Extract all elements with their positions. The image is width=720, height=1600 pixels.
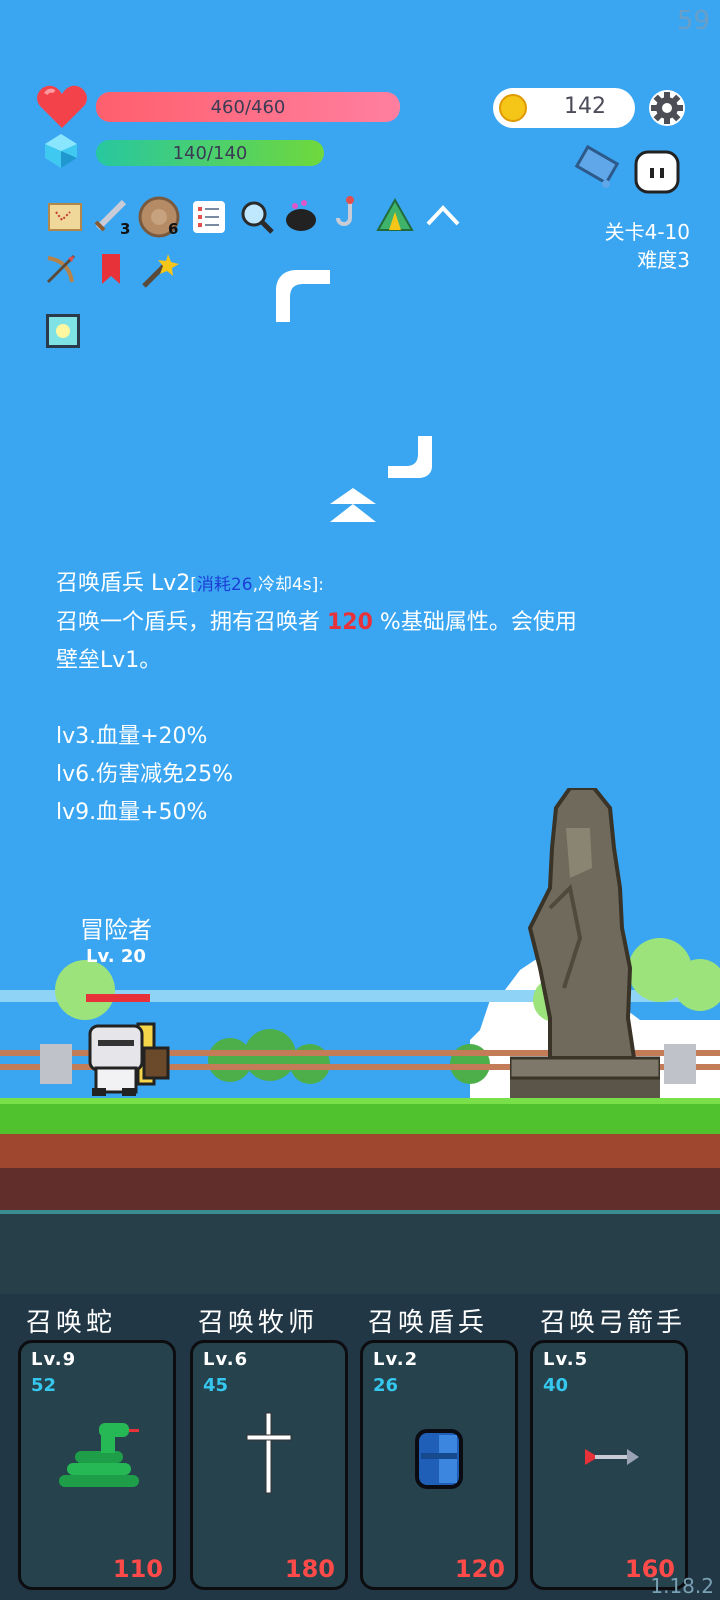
dirt-layer <box>0 1134 720 1168</box>
bracket-close: ]: <box>311 575 325 595</box>
perk-line: lv3.血量+20% <box>56 724 208 749</box>
card-cost: 40 <box>543 1375 569 1396</box>
potion-icon[interactable] <box>574 144 626 192</box>
arrow-icon <box>585 1449 639 1465</box>
focus-bracket-bottom-right <box>388 436 432 478</box>
player-hp-bar <box>86 994 150 1002</box>
skill-cooldown: ,冷却4s <box>252 575 312 595</box>
double-arrow-up-icon <box>330 488 376 522</box>
crossbow-icon[interactable] <box>42 250 80 288</box>
heart-icon <box>37 85 87 128</box>
player-level: Lv. 20 <box>86 946 146 967</box>
card-title-archer: 召唤弓箭手 <box>540 1308 686 1338</box>
skill-cost: 消耗26 <box>196 575 253 595</box>
mp-bar: 140/140 <box>96 140 324 166</box>
hook-icon[interactable] <box>330 194 368 232</box>
cross-icon <box>246 1412 292 1494</box>
skill-name: 召唤盾兵 Lv2 <box>56 571 191 596</box>
player-name: 冒险者 <box>80 916 152 944</box>
effect-text: 召唤一个盾兵，拥有召唤者 <box>56 610 327 635</box>
shield-badge: 6 <box>168 220 179 238</box>
difficulty-label: 难度3 <box>637 248 690 272</box>
card-level: Lv.2 <box>373 1349 419 1370</box>
skill-title-line: 召唤盾兵 Lv2[消耗26,冷却4s]: <box>56 565 676 604</box>
magnifier-icon[interactable] <box>238 198 276 236</box>
list-icon[interactable] <box>190 198 228 236</box>
coin-value: 142 <box>564 94 606 119</box>
skill-effect-line-2: 壁垒Lv1。 <box>56 648 162 673</box>
magic-wand-icon[interactable] <box>138 250 180 292</box>
card-price: 120 <box>454 1555 505 1583</box>
cauldron-icon[interactable] <box>282 196 320 234</box>
tent-icon[interactable] <box>376 196 414 234</box>
skill-effect-line: 召唤一个盾兵，拥有召唤者 120 %基础属性。会使用 <box>56 604 676 642</box>
map-icon[interactable] <box>46 198 84 236</box>
bookmark-icon[interactable] <box>92 250 130 288</box>
snake-icon <box>59 1423 139 1487</box>
card-title-priest: 召唤牧师 <box>198 1308 319 1338</box>
card-title-snake: 召唤蛇 <box>26 1308 117 1338</box>
hp-bar: 460/460 <box>96 92 400 122</box>
sword-badge: 3 <box>120 220 131 238</box>
grass-ground <box>0 1098 720 1134</box>
card-cost: 52 <box>31 1375 57 1396</box>
focus-bracket-top-left <box>276 270 330 322</box>
ghost-icon[interactable] <box>632 146 682 196</box>
dirt-layer-dark <box>0 1168 720 1210</box>
collapse-icon[interactable] <box>424 198 462 236</box>
card-cost: 45 <box>203 1375 229 1396</box>
fps-counter: 59 <box>676 6 710 36</box>
water-strip <box>0 1210 720 1298</box>
card-level: Lv.6 <box>203 1349 249 1370</box>
gear-icon[interactable] <box>647 88 687 128</box>
card-price: 110 <box>112 1555 163 1583</box>
statue <box>510 788 660 1100</box>
card-level: Lv.5 <box>543 1349 589 1370</box>
summon-archer-card[interactable]: Lv.5 40 160 <box>530 1340 688 1590</box>
card-cost: 26 <box>373 1375 399 1396</box>
effect-text-2: %基础属性。会使用 <box>372 610 577 635</box>
coin-icon <box>499 94 527 122</box>
summon-shield-card[interactable]: Lv.2 26 120 <box>360 1340 518 1590</box>
coin-counter: 142 <box>493 88 635 128</box>
lamp-icon[interactable] <box>44 312 82 350</box>
hp-text: 460/460 <box>210 96 286 118</box>
card-level: Lv.9 <box>31 1349 77 1370</box>
stage-label: 关卡4-10 <box>604 220 690 244</box>
card-price: 180 <box>284 1555 335 1583</box>
crystal-icon <box>45 134 77 168</box>
blue-shield-icon <box>415 1429 463 1489</box>
player-knight <box>88 1022 170 1096</box>
card-title-shield: 召唤盾兵 <box>368 1308 489 1338</box>
mp-text: 140/140 <box>172 142 248 164</box>
stage-info: 关卡4-10 难度3 <box>605 218 690 274</box>
summon-snake-card[interactable]: Lv.9 52 110 <box>18 1340 176 1590</box>
effect-value: 120 <box>327 610 373 635</box>
summon-priest-card[interactable]: Lv.6 45 180 <box>190 1340 348 1590</box>
bracket-open: [ <box>190 575 197 595</box>
version-label: 1.18.2 <box>650 1574 714 1598</box>
